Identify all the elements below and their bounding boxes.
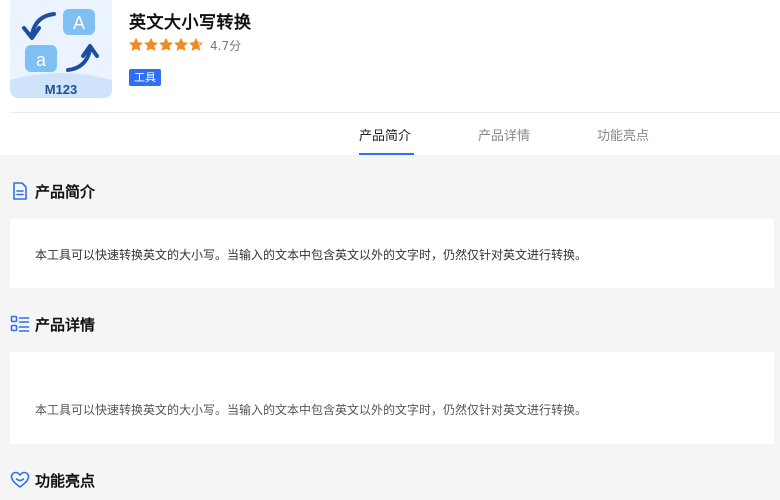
card-intro: 本工具可以快速转换英文的大小写。当输入的文本中包含英文以外的文字时，仍然仅针对英… (10, 219, 774, 288)
icon-brand-label: M123 (45, 82, 78, 97)
card-details: 本工具可以快速转换英文的大小写。当输入的文本中包含英文以外的文字时，仍然仅针对英… (10, 352, 774, 444)
rating-value: 4.7分 (210, 38, 242, 53)
list-icon (10, 314, 30, 334)
document-icon (10, 181, 30, 201)
star-icon (129, 38, 143, 51)
product-header: A a M123 英文大小写转换 4.7分 工具 产品简介 产品详情 功能亮点 (0, 0, 780, 155)
section-heading-details: 产品详情 (10, 313, 95, 335)
tab-details[interactable]: 产品详情 (478, 125, 530, 144)
category-tag[interactable]: 工具 (129, 69, 161, 86)
tab-highlights[interactable]: 功能亮点 (597, 125, 649, 144)
heart-icon (10, 470, 30, 490)
icon-letter-lower: a (36, 50, 47, 70)
star-icon (159, 38, 173, 51)
active-tab-indicator (359, 153, 414, 155)
section-title-intro: 产品简介 (35, 182, 96, 201)
rating: 4.7分 (129, 36, 241, 54)
intro-text: 本工具可以快速转换英文的大小写。当输入的文本中包含英文以外的文字时，仍然仅针对英… (35, 248, 588, 262)
tab-intro[interactable]: 产品简介 (359, 125, 411, 144)
section-title-highlights: 功能亮点 (35, 471, 96, 490)
star-icon (174, 38, 188, 51)
app-title: 英文大小写转换 (129, 13, 252, 33)
rating-stars (129, 38, 203, 52)
section-tabs: 产品简介 产品详情 功能亮点 (0, 113, 780, 155)
details-text: 本工具可以快速转换英文的大小写。当输入的文本中包含英文以外的文字时，仍然仅针对英… (35, 403, 588, 417)
section-heading-intro: 产品简介 (10, 180, 95, 202)
star-icon (144, 38, 158, 51)
icon-letter-upper: A (73, 13, 85, 33)
star-icon (189, 38, 203, 51)
section-heading-highlights: 功能亮点 (10, 469, 95, 491)
app-icon: A a M123 (10, 0, 112, 98)
section-title-details: 产品详情 (35, 315, 96, 334)
